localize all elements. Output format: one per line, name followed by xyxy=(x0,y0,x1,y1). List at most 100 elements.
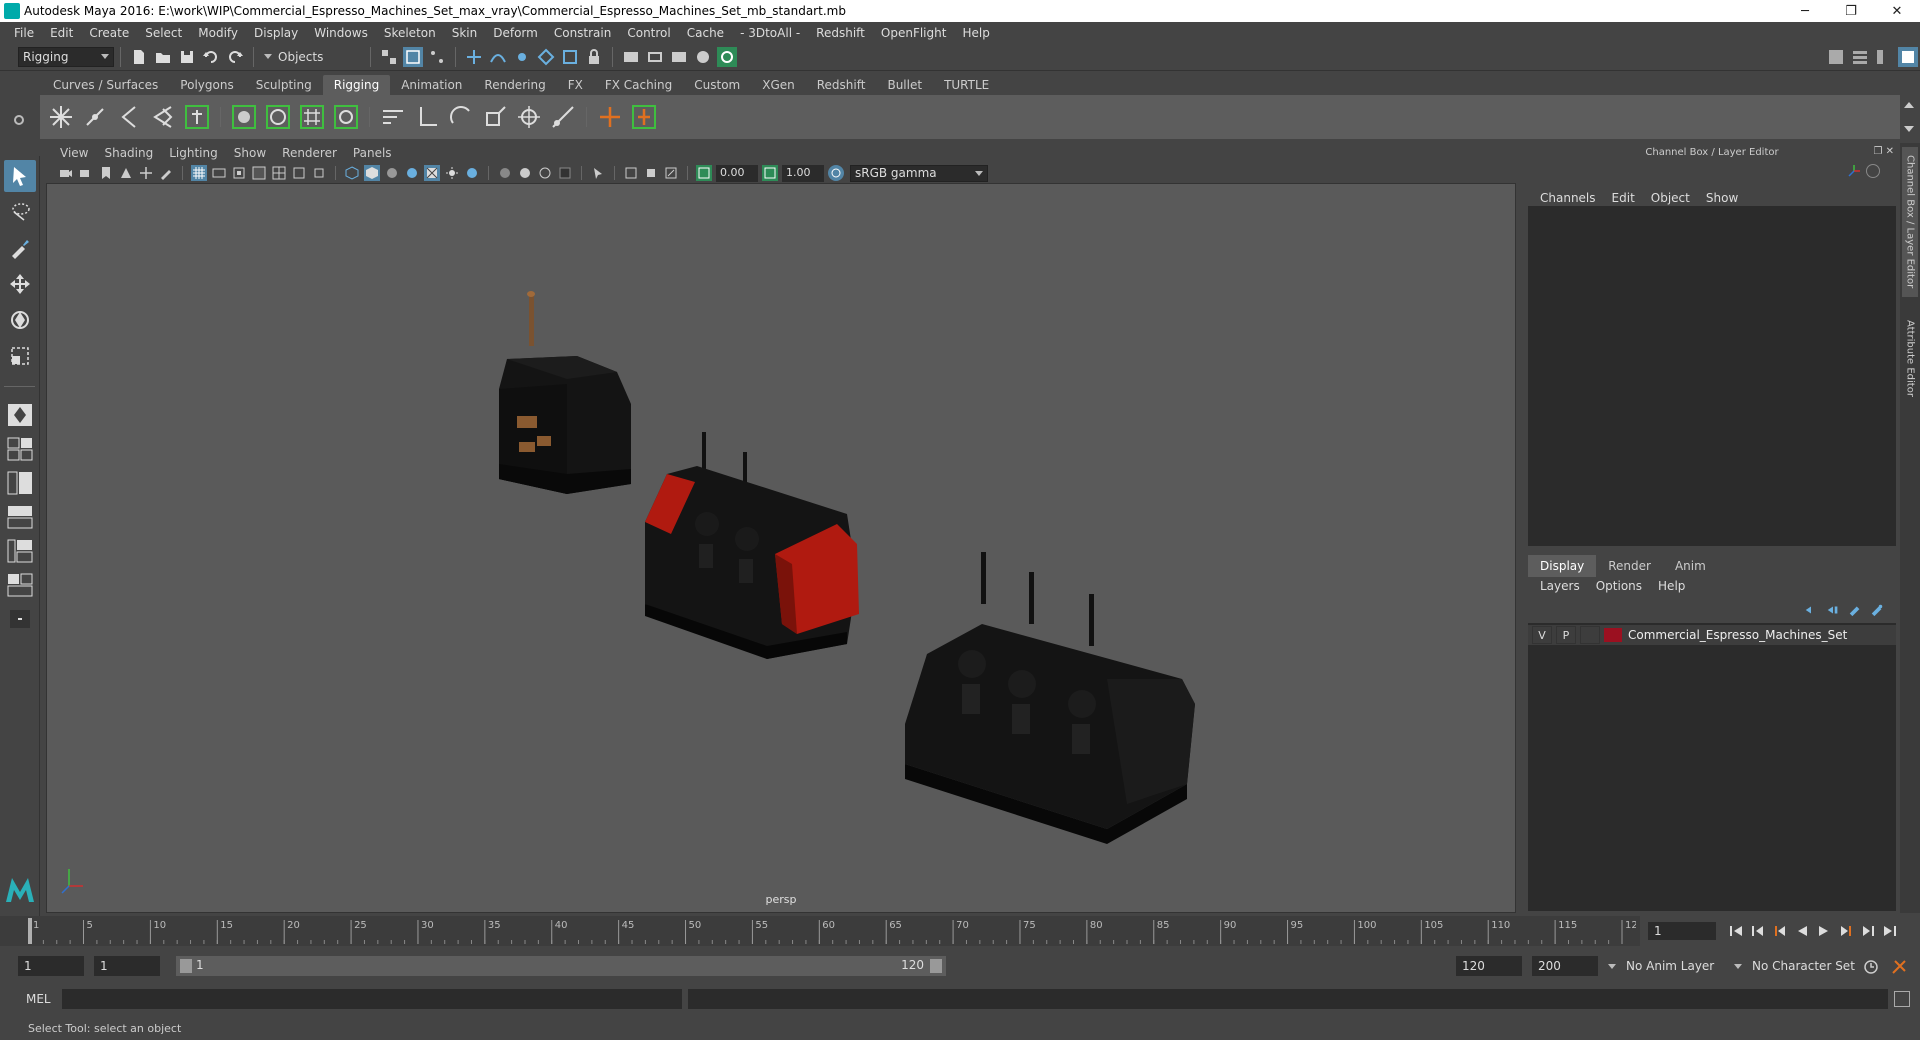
paint-skin-weights-icon[interactable] xyxy=(263,100,293,134)
ik-spline-handle-icon[interactable] xyxy=(114,100,144,134)
perspective-graph-layout[interactable] xyxy=(5,503,35,531)
go-to-start-icon[interactable] xyxy=(1725,921,1747,941)
2d-pan-zoom-icon[interactable] xyxy=(138,165,154,181)
four-view-layout[interactable] xyxy=(5,435,35,463)
menu-edit[interactable]: Edit xyxy=(42,26,81,40)
menu-file[interactable]: File xyxy=(6,26,42,40)
character-set-dropdown[interactable]: No Character Set xyxy=(1734,956,1860,976)
play-backwards-icon[interactable] xyxy=(1791,921,1813,941)
select-camera-icon[interactable] xyxy=(58,165,74,181)
shelf-tab-animation[interactable]: Animation xyxy=(390,75,473,95)
xray-icon[interactable] xyxy=(623,165,639,181)
xray-active-components-icon[interactable] xyxy=(643,165,659,181)
new-layer-from-selection-icon[interactable] xyxy=(1866,601,1888,619)
create-joints-icon[interactable] xyxy=(46,100,76,134)
grid-toggle-icon[interactable] xyxy=(191,165,207,181)
chevron-up-icon[interactable] xyxy=(1904,102,1914,108)
xray-joints-icon[interactable] xyxy=(663,165,679,181)
open-scene-icon[interactable] xyxy=(153,47,173,67)
shelf-tab-turtle[interactable]: TURTLE xyxy=(933,75,1000,95)
ipr-render-icon[interactable] xyxy=(669,47,689,67)
exposure-field[interactable]: 0.00 xyxy=(716,164,758,182)
lasso-tool[interactable] xyxy=(4,196,36,228)
move-layer-down-icon[interactable] xyxy=(1822,601,1844,619)
bookmark-icon[interactable] xyxy=(98,165,114,181)
menu-modify[interactable]: Modify xyxy=(190,26,246,40)
menu-openflight[interactable]: OpenFlight xyxy=(873,26,955,40)
snap-to-curve-icon[interactable] xyxy=(488,47,508,67)
panel-float-close-icons[interactable]: ❐ ✕ xyxy=(1873,146,1894,157)
time-slider-ruler[interactable]: 1 5 10 15 20 25 30 35 40 45 50 55 60 65 70 75 80 85 90 95 10… xyxy=(26,916,1636,946)
time-slider[interactable]: 1 5 10 15 20 25 30 35 40 45 50 55 60 65 70 75 80 85 90 95 10… xyxy=(0,916,1640,946)
image-plane-icon[interactable] xyxy=(118,165,134,181)
channel-box-settings-icon[interactable] xyxy=(1866,164,1880,178)
menu-help[interactable]: Help xyxy=(954,26,997,40)
make-live-icon[interactable] xyxy=(560,47,580,67)
snap-to-view-plane-icon[interactable] xyxy=(536,47,556,67)
current-time-marker[interactable] xyxy=(28,918,32,944)
axis-orientation-icon[interactable] xyxy=(1846,163,1862,179)
smooth-shade-icon[interactable] xyxy=(364,165,380,181)
layer-tab-display[interactable]: Display xyxy=(1528,555,1597,577)
panel-menu-show[interactable]: Show xyxy=(226,146,274,160)
command-input[interactable] xyxy=(62,989,682,1009)
tool-settings-toggle-icon[interactable] xyxy=(1874,47,1894,67)
chevron-down-icon[interactable] xyxy=(1904,126,1914,132)
snap-to-point-icon[interactable] xyxy=(512,47,532,67)
exposure-icon[interactable] xyxy=(696,165,712,181)
select-by-hierarchy-icon[interactable] xyxy=(379,47,399,67)
shelf-tab-bullet[interactable]: Bullet xyxy=(876,75,933,95)
ik-handle-icon[interactable] xyxy=(80,100,110,134)
film-gate-icon[interactable] xyxy=(211,165,227,181)
locator-icon[interactable] xyxy=(595,100,625,134)
menu-windows[interactable]: Windows xyxy=(306,26,376,40)
paint-select-tool[interactable] xyxy=(4,232,36,264)
gamma-field[interactable]: 1.00 xyxy=(782,164,824,182)
motion-blur-icon[interactable] xyxy=(517,165,533,181)
shelf-tab-rigging[interactable]: Rigging xyxy=(322,75,391,95)
scale-constraint-icon[interactable] xyxy=(480,100,510,134)
panel-menu-view[interactable]: View xyxy=(52,146,96,160)
orient-constraint-icon[interactable] xyxy=(446,100,476,134)
display-layer-row[interactable]: V P Commercial_Espresso_Machines_Set xyxy=(1528,625,1896,645)
menu-set-dropdown[interactable]: Rigging xyxy=(18,46,114,67)
range-end-handle[interactable] xyxy=(930,959,942,973)
textured-icon[interactable] xyxy=(424,165,440,181)
restore-button[interactable]: ❐ xyxy=(1828,0,1874,22)
espresso-machine-two-group[interactable] xyxy=(645,432,859,659)
menu-create[interactable]: Create xyxy=(81,26,137,40)
shadows-icon[interactable] xyxy=(464,165,480,181)
redshift-render-view-icon[interactable] xyxy=(717,46,737,67)
close-button[interactable]: ✕ xyxy=(1874,0,1920,22)
menu-constrain[interactable]: Constrain xyxy=(546,26,620,40)
attribute-editor-toggle-icon[interactable] xyxy=(1850,47,1870,67)
selection-mode-dropdown[interactable]: Objects xyxy=(260,46,364,67)
menu-skin[interactable]: Skin xyxy=(444,26,486,40)
layer-color-swatch[interactable] xyxy=(1604,628,1622,642)
channel-box-area[interactable] xyxy=(1528,206,1896,546)
playback-start-field[interactable]: 1 xyxy=(94,956,160,976)
layer-display-type-toggle[interactable] xyxy=(1580,626,1600,644)
layer-menu-layers[interactable]: Layers xyxy=(1532,579,1588,599)
panel-menu-lighting[interactable]: Lighting xyxy=(161,146,226,160)
animation-end-field[interactable]: 200 xyxy=(1532,956,1598,976)
shelf-tab-rendering[interactable]: Rendering xyxy=(473,75,556,95)
step-forward-key-icon[interactable] xyxy=(1835,921,1857,941)
insert-joint-icon[interactable] xyxy=(148,100,178,134)
undo-icon[interactable] xyxy=(201,47,221,67)
resolution-gate-icon[interactable] xyxy=(231,165,247,181)
shelf-tab-fx[interactable]: FX xyxy=(557,75,594,95)
hypershade-layout[interactable] xyxy=(5,537,35,565)
bind-skin-icon[interactable] xyxy=(229,100,259,134)
select-tool[interactable] xyxy=(4,160,36,192)
hypershade-icon[interactable] xyxy=(693,47,713,67)
layer-menu-help[interactable]: Help xyxy=(1650,579,1693,599)
select-by-component-icon[interactable] xyxy=(427,47,447,67)
camera-attributes-icon[interactable] xyxy=(78,165,94,181)
lock-icon[interactable] xyxy=(584,47,604,67)
animation-preferences-icon[interactable] xyxy=(1890,958,1908,976)
perspective-outliner-layout[interactable] xyxy=(5,469,35,497)
layer-menu-options[interactable]: Options xyxy=(1588,579,1650,599)
field-chart-icon[interactable] xyxy=(271,165,287,181)
menu-3dtoall[interactable]: - 3DtoAll - xyxy=(732,26,808,40)
